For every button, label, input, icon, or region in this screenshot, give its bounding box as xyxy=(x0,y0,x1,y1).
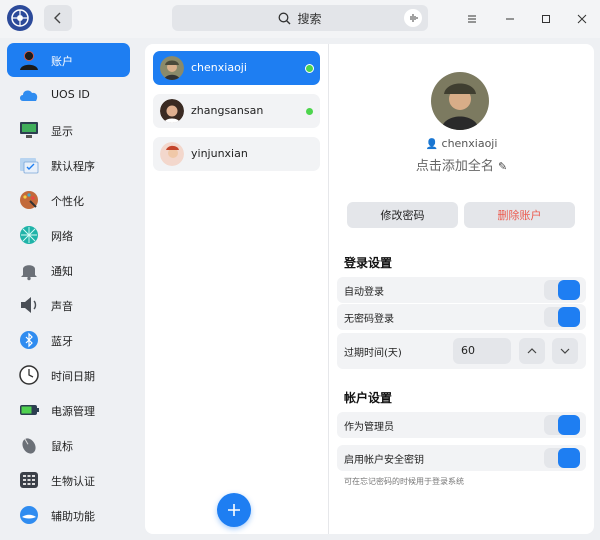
palette-icon xyxy=(20,191,38,209)
account-settings-title: 帐户设置 xyxy=(344,391,393,405)
bell-icon xyxy=(21,265,37,281)
delete-account-button[interactable]: 删除账户 xyxy=(464,202,575,228)
sidebar-item-mouse[interactable]: 鼠标 xyxy=(7,428,130,462)
user-item-yinjunxian[interactable]: yinjunxian xyxy=(153,137,320,171)
online-status-indicator xyxy=(305,64,314,73)
fullname-edit[interactable]: 点击添加全名 ✎ xyxy=(329,155,594,174)
clock-icon xyxy=(19,365,39,385)
sidebar-item-notification[interactable]: 通知 xyxy=(7,253,130,287)
sidebar-item-power[interactable]: 电源管理 xyxy=(7,393,130,427)
sidebar-item-biometric[interactable]: 生物认证 xyxy=(7,463,130,497)
security-key-row: 启用帐户安全密钥 xyxy=(337,445,586,471)
chevron-up-icon xyxy=(527,348,537,354)
admin-row: 作为管理员 xyxy=(337,412,586,438)
user-small-icon: 👤 xyxy=(425,139,439,150)
title-bar: 搜索 xyxy=(0,0,600,38)
security-key-hint: 可在忘记密码的时候用于登录系统 xyxy=(344,477,464,486)
chevron-left-icon xyxy=(54,12,61,24)
sidebar-item-sound[interactable]: 声音 xyxy=(7,288,130,322)
account-detail-panel: 👤 chenxiaoji 点击添加全名 ✎ 修改密码 删除账户 登录设置 自动登… xyxy=(329,44,594,534)
biometric-icon xyxy=(20,472,38,488)
login-settings-title: 登录设置 xyxy=(344,256,393,270)
maximize-icon[interactable] xyxy=(536,9,556,29)
accessibility-icon xyxy=(20,506,38,524)
user-item-zhangsansan[interactable]: zhangsansan xyxy=(153,94,320,128)
minimize-icon[interactable] xyxy=(500,9,520,29)
admin-switch[interactable] xyxy=(544,415,580,435)
account-avatar[interactable] xyxy=(431,72,489,130)
search-icon xyxy=(279,12,291,24)
username-label: 👤 chenxiaoji xyxy=(425,137,498,150)
change-password-button[interactable]: 修改密码 xyxy=(347,202,458,228)
sidebar-item-default-apps[interactable]: 默认程序 xyxy=(7,148,130,182)
search-input[interactable]: 搜索 xyxy=(172,5,428,31)
sidebar-item-personalization[interactable]: 个性化 xyxy=(7,183,130,217)
online-status-indicator xyxy=(306,108,313,115)
close-icon[interactable] xyxy=(572,9,592,29)
network-icon xyxy=(20,226,38,244)
sidebar-item-datetime[interactable]: 时间日期 xyxy=(7,358,130,392)
decrement-button[interactable] xyxy=(552,338,578,364)
voice-input-icon[interactable] xyxy=(404,9,422,27)
plus-icon xyxy=(228,504,240,516)
sidebar-item-display[interactable]: 显示 xyxy=(7,113,130,147)
pencil-icon[interactable]: ✎ xyxy=(498,160,507,173)
expiry-days-input[interactable]: 60 xyxy=(453,338,511,364)
user-avatar xyxy=(160,99,184,123)
bluetooth-icon xyxy=(20,331,38,349)
speaker-icon xyxy=(21,297,37,313)
add-user-button[interactable] xyxy=(217,493,251,527)
search-placeholder: 搜索 xyxy=(297,11,322,26)
account-icon xyxy=(20,51,38,70)
sidebar-item-account[interactable]: 账户 xyxy=(7,43,130,77)
battery-icon xyxy=(20,405,39,415)
monitor-icon xyxy=(20,122,38,138)
sidebar-item-accessibility[interactable]: 辅助功能 xyxy=(7,498,130,532)
user-avatar xyxy=(160,56,184,80)
auto-login-row: 自动登录 xyxy=(337,277,586,303)
expiry-row: 过期时间(天) 60 xyxy=(337,333,586,369)
back-button[interactable] xyxy=(44,5,72,31)
passwordless-login-switch[interactable] xyxy=(544,307,580,327)
sidebar-item-network[interactable]: 网络 xyxy=(7,218,130,252)
user-list-panel: chenxiaoji zhangsansan yinjunxian xyxy=(145,44,328,534)
increment-button[interactable] xyxy=(519,338,545,364)
app-logo-icon xyxy=(7,5,33,31)
auto-login-switch[interactable] xyxy=(544,280,580,300)
menu-icon[interactable] xyxy=(462,9,482,29)
sidebar: 账户 UOS ID 显示 默认程序 个性化 网络 通知 声音 蓝牙 时间日期 电… xyxy=(0,38,138,540)
sidebar-item-uos-id[interactable]: UOS ID xyxy=(7,78,130,112)
cloud-icon xyxy=(20,90,38,101)
passwordless-login-row: 无密码登录 xyxy=(337,304,586,330)
sidebar-item-bluetooth[interactable]: 蓝牙 xyxy=(7,323,130,357)
mouse-icon xyxy=(22,438,36,454)
user-avatar xyxy=(160,142,184,166)
security-key-switch[interactable] xyxy=(544,448,580,468)
user-item-chenxiaoji[interactable]: chenxiaoji xyxy=(153,51,320,85)
chevron-down-icon xyxy=(560,348,570,354)
default-apps-icon xyxy=(20,158,39,174)
